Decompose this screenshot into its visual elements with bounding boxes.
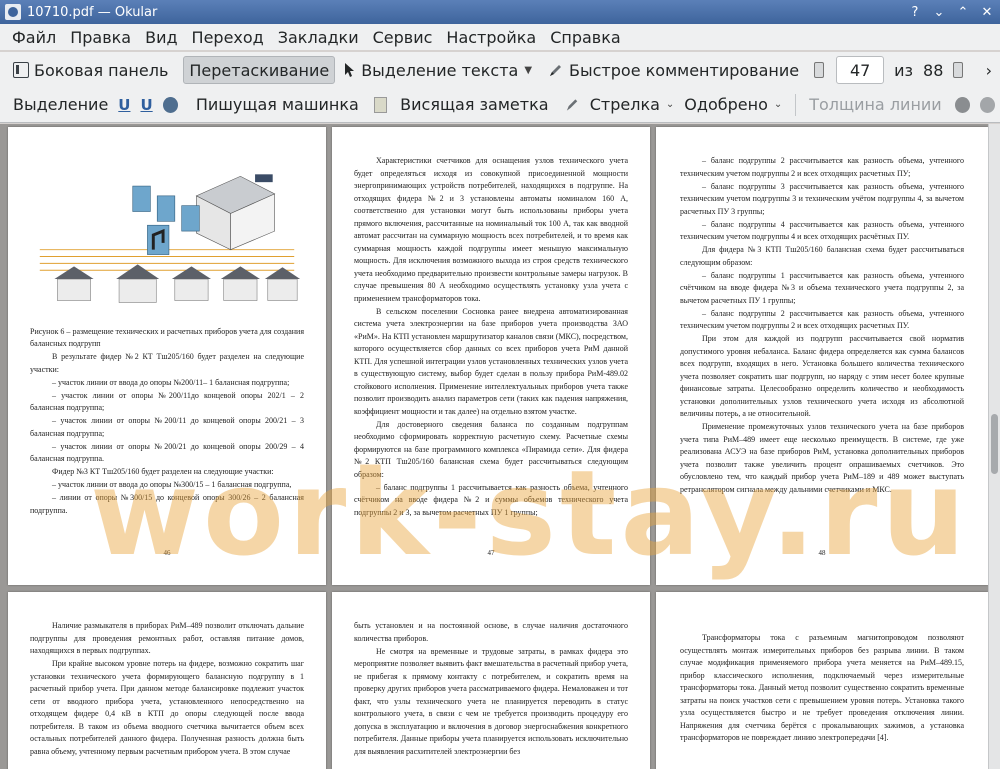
page-current: 47: [849, 60, 871, 80]
sidebar-icon: [13, 62, 29, 78]
title-bar: 10710.pdf — Okular ? ⌄ ⌃ ✕: [0, 0, 1000, 24]
menu-bookmarks[interactable]: Закладки: [272, 28, 365, 47]
scrollbar-thumb[interactable]: [991, 414, 998, 474]
arrow-button[interactable]: Стрелка ⌄: [585, 91, 680, 119]
paragraph: Не смотря на временные и трудовые затрат…: [354, 646, 628, 756]
paragraph: – участок линии от ввода до опоры №200/1…: [52, 377, 290, 387]
paragraph: – участок линии от опоры №200/21 до конц…: [30, 441, 304, 464]
help-icon[interactable]: ?: [904, 3, 926, 21]
quick-comment-button[interactable]: Быстрое комментирование: [543, 56, 804, 84]
popup-note-button[interactable]: Висящая заметка: [395, 91, 553, 119]
underline-icon[interactable]: U: [118, 96, 130, 114]
vertical-scrollbar[interactable]: [988, 124, 1000, 769]
chevron-down-icon[interactable]: ⌄: [666, 99, 674, 110]
typewriter-label: Пишущая машинка: [195, 95, 359, 114]
page-total: 88: [923, 60, 944, 80]
menu-tools[interactable]: Сервис: [367, 28, 439, 47]
line-width-label: Толщина линии: [809, 95, 942, 114]
menu-edit[interactable]: Правка: [64, 28, 137, 47]
document-page-47: Характеристики счетчиков для оснащения у…: [332, 127, 650, 585]
note-icon[interactable]: [373, 96, 388, 113]
paragraph: Для достоверного сведения баланса по соз…: [354, 419, 628, 479]
document-page-48: – баланс подгруппы 2 рассчитывается как …: [656, 127, 988, 585]
annotation-toolbar: Выделение U U Пишущая машинка Висящая за…: [0, 87, 1000, 123]
document-page-51: Трансформаторы тока с разъемным магнитоп…: [656, 592, 988, 769]
paragraph: – участок линии от опоры №200/11до конце…: [30, 390, 304, 413]
highlight-label: Выделение: [13, 95, 109, 114]
page-number: 48: [818, 548, 826, 557]
paragraph: – баланс подгруппы 1 рассчитывается как …: [354, 482, 628, 517]
paragraph: – баланс подгруппы 2 рассчитывается как …: [680, 308, 964, 331]
more-toolbar-icon[interactable]: ›: [986, 61, 992, 80]
paragraph: – линии от опоры №300/15 до концевой опо…: [30, 493, 304, 515]
paragraph: – баланс подгруппы 4 рассчитывается как …: [680, 219, 964, 242]
paragraph: Характеристики счетчиков для оснащения у…: [354, 156, 628, 303]
previous-page-icon[interactable]: [814, 62, 825, 78]
paragraph: – баланс подгруппы 2 рассчитывается как …: [680, 156, 964, 178]
menu-bar: Файл Правка Вид Переход Закладки Сервис …: [0, 24, 1000, 50]
document-page-49: Наличие размыкателя в приборах РиМ–489 п…: [8, 592, 326, 769]
pen-icon: [550, 65, 562, 76]
page-number: 47: [487, 548, 495, 557]
squiggle-icon[interactable]: U: [140, 96, 152, 114]
highlight-button[interactable]: Выделение: [8, 91, 113, 119]
chevron-down-icon[interactable]: ▼: [524, 65, 532, 76]
typewriter-button[interactable]: Пишущая машинка: [191, 91, 364, 119]
maximize-icon[interactable]: ⌃: [952, 3, 974, 21]
paragraph: – участок линии от опоры №200/11 до конц…: [30, 416, 304, 438]
paragraph: Наличие размыкателя в приборах РиМ–489 п…: [30, 621, 304, 655]
document-viewport[interactable]: Рисунок 6 – размещение технических и рас…: [0, 124, 1000, 769]
figure-caption: Рисунок 6 – размещение технических и рас…: [30, 326, 304, 349]
text-select-label: Выделение текста: [361, 60, 519, 80]
next-page-icon[interactable]: [953, 62, 964, 78]
sidebar-label: Боковая панель: [34, 60, 169, 80]
paragraph: Трансформаторы тока с разъемным магнитоп…: [680, 633, 964, 742]
paragraph: При этом для каждой из подгрупп рассчиты…: [680, 334, 964, 418]
arrow-label: Стрелка: [589, 95, 660, 114]
menu-go[interactable]: Переход: [186, 28, 270, 47]
menu-help[interactable]: Справка: [544, 28, 627, 47]
close-icon[interactable]: ✕: [976, 3, 998, 21]
color-icon[interactable]: [954, 96, 970, 113]
network-diagram-illustration: [39, 174, 301, 303]
sidebar-button[interactable]: Боковая панель: [8, 56, 173, 84]
page-number-input[interactable]: 47: [836, 56, 885, 84]
document-page-50: быть установлен и на постоянной основе, …: [332, 592, 650, 769]
paragraph: Фидер №3 КТ Тш205/160 будет разделен на …: [52, 467, 274, 476]
main-toolbar: Боковая панель Перетаскивание Выделение …: [0, 52, 1000, 88]
brush-icon[interactable]: [564, 97, 579, 113]
drag-mode-label: Перетаскивание: [189, 60, 330, 80]
cursor-icon: [345, 63, 355, 77]
page-number: 46: [163, 548, 171, 557]
paragraph: быть установлен и на постоянной основе, …: [354, 621, 628, 643]
drag-mode-button[interactable]: Перетаскивание: [183, 56, 336, 84]
line-width-button[interactable]: Толщина линии: [804, 91, 947, 119]
chevron-down-icon[interactable]: ⌄: [774, 99, 782, 110]
menu-file[interactable]: Файл: [6, 28, 62, 47]
paragraph: – баланс подгруппы 1 рассчитывается как …: [680, 270, 964, 305]
fill-color-icon[interactable]: [979, 96, 996, 113]
okular-app-icon: [5, 4, 21, 20]
minimize-icon[interactable]: ⌄: [928, 3, 950, 21]
stamp-icon[interactable]: [162, 96, 178, 113]
page-of-label: из: [894, 60, 914, 80]
text-select-button[interactable]: Выделение текста ▼: [339, 56, 537, 84]
stamp-approved-label: Одобрено: [684, 95, 768, 114]
menu-settings[interactable]: Настройка: [440, 28, 542, 47]
menu-view[interactable]: Вид: [139, 28, 183, 47]
document-page-46: Рисунок 6 – размещение технических и рас…: [8, 127, 326, 585]
window-title: 10710.pdf — Okular: [27, 4, 158, 20]
paragraph: При крайне высоком уровне потерь на фиде…: [30, 659, 304, 756]
popup-note-label: Висящая заметка: [400, 95, 549, 114]
stamp-approved-button[interactable]: Одобрено ⌄: [679, 91, 787, 119]
toolbar-separator: [795, 93, 797, 116]
paragraph: – участок линии от ввода до опоры №300/1…: [52, 480, 292, 489]
paragraph: Для фидера №3 КТП Тш205/160 балансная сх…: [680, 245, 964, 267]
paragraph: В сельском поселении Сосновка ранее внед…: [354, 306, 628, 416]
quick-comment-label: Быстрое комментирование: [569, 60, 800, 80]
paragraph: Применение промежуточных узлов техническ…: [680, 422, 964, 494]
paragraph: – баланс подгруппы 3 рассчитывается как …: [680, 181, 964, 216]
paragraph: В результате фидер №2 КТ Тш205/160 будет…: [30, 352, 304, 374]
